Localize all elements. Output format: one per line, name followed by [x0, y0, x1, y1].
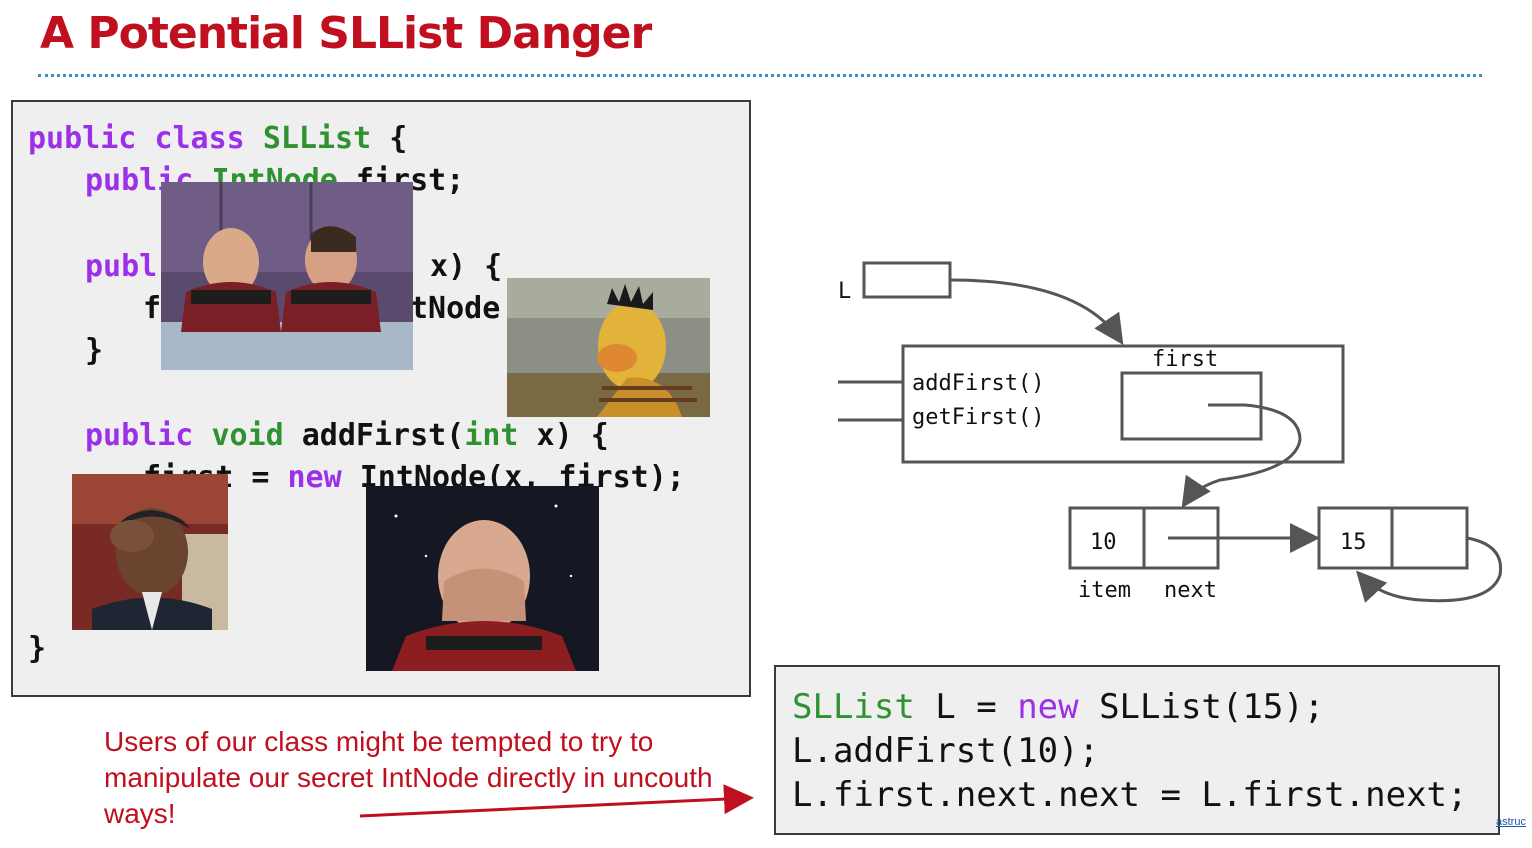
diagram-var-label: L — [838, 279, 851, 304]
box-and-pointer-diagram: L addFirst() getFirst() first 10 item ne… — [359, 261, 1503, 818]
first-pointer-arrow — [1181, 403, 1302, 508]
intnode-15-item: 15 — [1340, 530, 1367, 555]
var-L-box — [862, 261, 952, 299]
field-first-label: first — [1152, 347, 1218, 372]
intnode-10-item: 10 — [1090, 530, 1117, 555]
method-addfirst-label: addFirst() — [912, 371, 1044, 396]
L-pointer-arrow — [949, 278, 1124, 345]
next-label: next — [1164, 578, 1217, 603]
note-arrow — [359, 784, 754, 818]
method-getfirst-label: getFirst() — [912, 405, 1044, 430]
corner-link-text[interactable]: astruc — [1496, 816, 1526, 828]
item-label: item — [1078, 578, 1131, 603]
